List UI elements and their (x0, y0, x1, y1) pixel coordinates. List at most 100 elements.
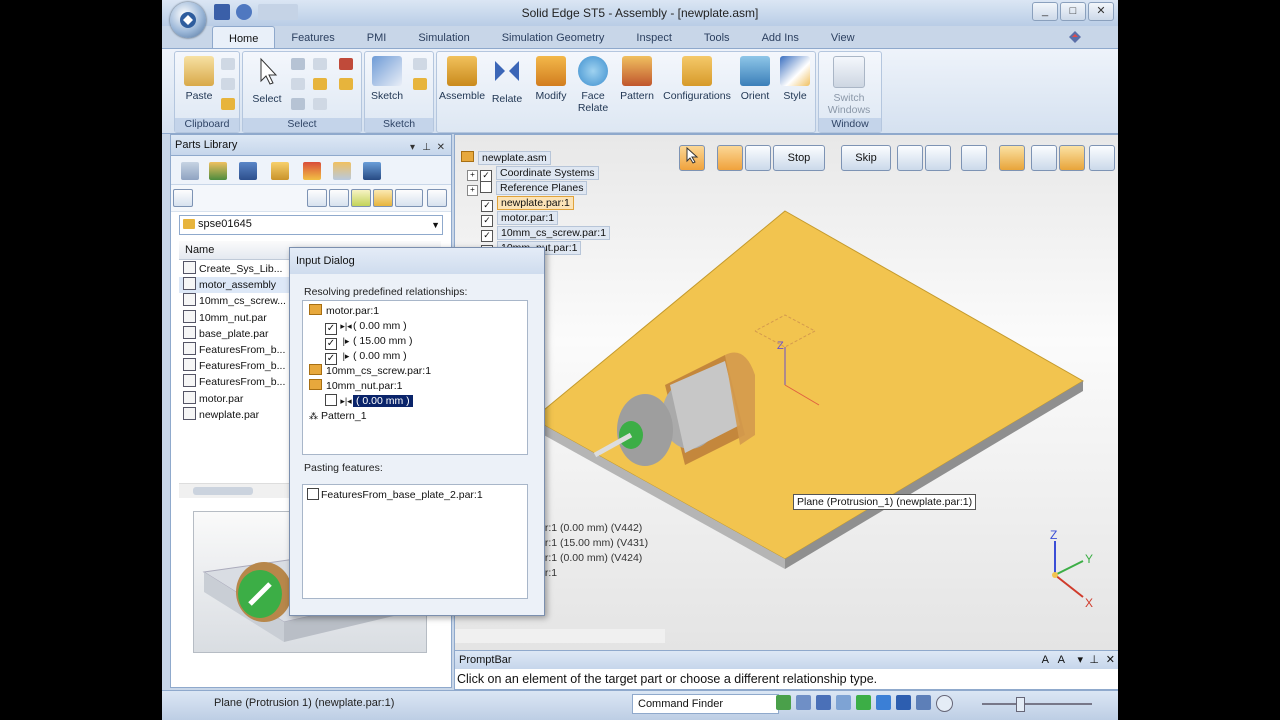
library-tab-5-icon[interactable] (303, 162, 321, 180)
expand-icon[interactable]: + (467, 170, 478, 181)
look-at-icon[interactable] (896, 695, 911, 710)
relate-button[interactable]: Relate (485, 56, 529, 105)
zoom-icon[interactable] (836, 695, 851, 710)
tree-folder-row[interactable]: 10mm_cs_screw.par:1 (303, 364, 527, 379)
select-tool-7-icon[interactable] (339, 58, 353, 70)
zoom-out-icon[interactable] (936, 695, 953, 712)
fit-view-icon[interactable] (816, 695, 831, 710)
close-button[interactable]: ✕ (1088, 2, 1114, 21)
relationship-row[interactable]: ar:1 (15.00 mm) (V431) (539, 536, 648, 551)
tab-view[interactable]: View (815, 26, 871, 48)
copy-icon[interactable] (221, 78, 235, 90)
library-search-icon[interactable] (427, 189, 447, 207)
panel-menu-icon[interactable]: ▾ (410, 138, 415, 158)
promptbar-menu-icon[interactable]: ▾ (1077, 651, 1083, 669)
face-relate-button[interactable]: Face Relate (571, 56, 615, 114)
select-tool-2-icon[interactable] (313, 58, 327, 70)
tab-pmi[interactable]: PMI (351, 26, 403, 48)
select-tool-4-icon[interactable] (313, 78, 327, 90)
tree-item[interactable]: ✓ motor.par:1 (461, 211, 610, 227)
relationship-row[interactable]: ▸|◂( 0.00 mm ) (303, 394, 527, 409)
tab-simulation-geometry[interactable]: Simulation Geometry (486, 26, 621, 48)
tree-folder-row[interactable]: 10mm_nut.par:1 (303, 379, 527, 394)
pathfinder-scrollbar[interactable] (455, 629, 665, 643)
library-new-folder-icon[interactable] (373, 189, 393, 207)
library-tab-1-icon[interactable] (181, 162, 199, 180)
tree-folder-row[interactable]: motor.par:1 (303, 304, 527, 319)
sketch-button[interactable]: Sketch (365, 56, 409, 102)
promptbar-pin-icon[interactable]: ⊥ (1089, 651, 1099, 669)
tree-root[interactable]: newplate.asm (461, 151, 610, 166)
zoom-slider[interactable] (982, 697, 1092, 712)
tab-add-ins[interactable]: Add Ins (746, 26, 815, 48)
assembly-viewport[interactable]: Stop Skip Z Z Y X newplate.asm + ✓ Coord… (454, 134, 1118, 652)
panel-close-icon[interactable]: ✕ (437, 138, 445, 158)
relationship-row[interactable]: ar:1 (0.00 mm) (V424) (539, 551, 648, 566)
tree-item[interactable]: ✓ 10mm_cs_screw.par:1 (461, 226, 611, 242)
library-tab-2-icon[interactable] (209, 162, 227, 180)
view-orientation-icon[interactable] (916, 695, 931, 710)
format-painter-icon[interactable] (221, 98, 235, 110)
spin-icon[interactable] (876, 695, 891, 710)
minimize-button[interactable]: _ (1032, 2, 1058, 21)
cut-icon[interactable] (221, 58, 235, 70)
library-tab-7-icon[interactable] (363, 162, 381, 180)
select-button[interactable]: Select (245, 56, 289, 105)
modify-button[interactable]: Modify (529, 56, 573, 102)
zoom-slider-thumb[interactable] (1016, 697, 1025, 712)
library-tab-6-icon[interactable] (333, 162, 351, 180)
zoom-area-icon[interactable] (796, 695, 811, 710)
orient-button[interactable]: Orient (733, 56, 777, 102)
tab-inspect[interactable]: Inspect (620, 26, 687, 48)
relationship-row[interactable]: ar:1 (0.00 mm) (V442) (539, 521, 648, 536)
library-forward-icon[interactable] (329, 189, 349, 207)
pasting-feature-row[interactable]: FeaturesFrom_base_plate_2.par:1 (303, 488, 527, 503)
library-tab-3-icon[interactable] (239, 162, 257, 180)
select-tool-1-icon[interactable] (291, 58, 305, 70)
panel-pin-icon[interactable]: ⊥ (422, 138, 431, 158)
select-tool-8-icon[interactable] (339, 78, 353, 90)
chevron-down-icon[interactable]: ▼ (431, 220, 440, 230)
feature-checkbox[interactable] (307, 488, 319, 500)
select-tool-3-icon[interactable] (291, 78, 305, 90)
visibility-checkbox[interactable] (480, 181, 492, 193)
library-back-icon[interactable] (307, 189, 327, 207)
tab-tools[interactable]: Tools (688, 26, 746, 48)
tab-home[interactable]: Home (212, 26, 276, 49)
scrollbar-thumb[interactable] (193, 487, 253, 495)
folder-combo[interactable]: spse01645 ▼ (179, 215, 443, 235)
tree-item[interactable]: ✓ newplate.par:1 (461, 196, 610, 212)
switch-windows-button[interactable]: Switch Windows (827, 56, 871, 116)
tree-item[interactable]: + ✓ Coordinate Systems (461, 166, 610, 182)
column-name[interactable]: Name (179, 244, 214, 256)
tab-features[interactable]: Features (275, 26, 350, 48)
style-button[interactable]: Style (773, 56, 817, 102)
relationship-row[interactable]: ar:1 (539, 566, 648, 581)
library-tab-4-icon[interactable] (271, 162, 289, 180)
configurations-button[interactable]: Configurations (659, 56, 735, 102)
tree-item[interactable]: + Reference Planes (461, 181, 610, 196)
select-tool-5-icon[interactable] (291, 98, 305, 110)
relationship-row[interactable]: ✓ |▸( 15.00 mm ) (303, 334, 527, 350)
library-refresh-icon[interactable] (351, 189, 371, 207)
promptbar-close-icon[interactable]: ✕ (1106, 651, 1115, 669)
assemble-button[interactable]: Assemble (437, 56, 487, 102)
help-icon[interactable] (1068, 30, 1082, 44)
select-tool-6-icon[interactable] (313, 98, 327, 110)
relationship-row[interactable]: ✓ ▸|◂( 0.00 mm ) (303, 319, 527, 335)
expand-icon[interactable]: + (467, 185, 478, 196)
pattern-row[interactable]: ⁂ Pattern_1 (303, 409, 527, 424)
paste-button[interactable]: Paste (177, 56, 221, 102)
pattern-button[interactable]: Pattern (615, 56, 659, 102)
library-up-folder-icon[interactable] (173, 189, 193, 207)
font-increase-icon[interactable]: A (1042, 651, 1049, 669)
sketch-tool-2-icon[interactable] (413, 78, 427, 90)
relationship-checkbox[interactable] (325, 394, 337, 406)
library-view-icon[interactable] (395, 189, 423, 207)
sketch-tool-1-icon[interactable] (413, 58, 427, 70)
application-button[interactable] (170, 2, 206, 38)
tab-simulation[interactable]: Simulation (402, 26, 485, 48)
command-finder-input[interactable]: Command Finder (632, 694, 779, 714)
font-decrease-icon[interactable]: A (1058, 651, 1065, 669)
pan-icon[interactable] (856, 695, 871, 710)
